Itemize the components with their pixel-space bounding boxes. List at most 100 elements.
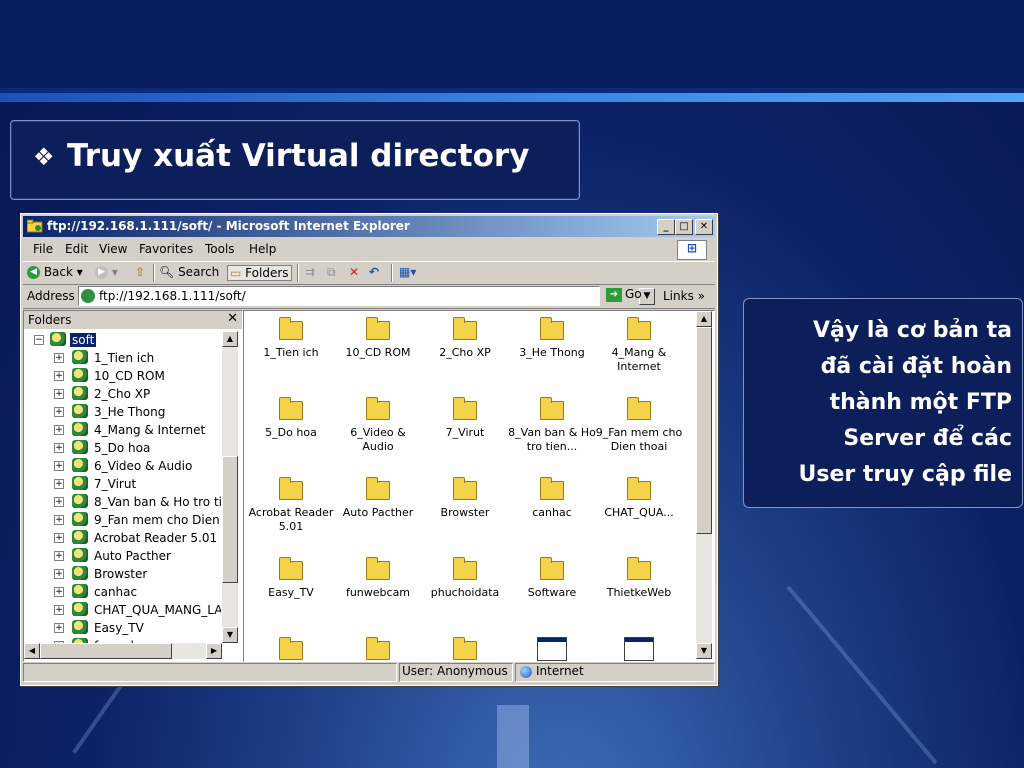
expand-icon[interactable]: + <box>54 533 64 543</box>
scroll-down-icon[interactable]: ▼ <box>696 643 712 659</box>
menu-view[interactable]: View <box>99 242 127 256</box>
file-item[interactable]: canhac <box>508 473 596 543</box>
file-item[interactable]: 5_Do hoa <box>247 393 335 463</box>
files-vertical-scrollbar[interactable]: ▲ ▼ <box>696 311 712 659</box>
expand-icon[interactable]: + <box>54 407 64 417</box>
file-item[interactable]: CHAT_QUA... <box>595 473 683 543</box>
tree-item[interactable]: +3_He Thong <box>24 403 221 421</box>
menu-favorites[interactable]: Favorites <box>139 242 193 256</box>
minimize-button[interactable]: _ <box>657 219 675 235</box>
file-item[interactable]: ThietkeWeb <box>595 553 683 623</box>
scroll-thumb[interactable] <box>696 327 712 534</box>
tree-item[interactable]: + Acrobat Reader 5.01 <box>24 529 221 547</box>
search-button[interactable]: 🔍︎ Search <box>159 265 219 279</box>
menu-tools[interactable]: Tools <box>205 242 235 256</box>
tree-item-root[interactable]: − soft <box>24 331 221 349</box>
menu-edit[interactable]: Edit <box>65 242 88 256</box>
up-folder-icon[interactable]: ⇧ <box>135 265 145 279</box>
tree-item-label: 5_Do hoa <box>94 441 151 455</box>
standard-toolbar: ◀ Back ▾ ▶ ▾ ⇧ 🔍︎ Search ▭ Folders ⇉ ⧉ ✕… <box>23 261 715 285</box>
expand-icon[interactable]: + <box>54 479 64 489</box>
close-button[interactable]: ✕ <box>695 219 713 235</box>
scroll-down-icon[interactable]: ▼ <box>222 627 238 643</box>
tree-item[interactable]: +10_CD ROM <box>24 367 221 385</box>
file-item[interactable]: funwebcam <box>334 553 422 623</box>
tree-item[interactable]: +2_Cho XP <box>24 385 221 403</box>
scroll-right-icon[interactable]: ▶ <box>206 643 222 659</box>
collapse-icon[interactable]: − <box>34 335 44 345</box>
file-item[interactable]: 3_He Thong <box>508 313 596 383</box>
scroll-left-icon[interactable]: ◀ <box>24 643 40 659</box>
tree-item[interactable]: +5_Do hoa <box>24 439 221 457</box>
scroll-thumb[interactable] <box>222 456 238 583</box>
folders-horizontal-scrollbar[interactable]: ◀ ▶ <box>24 643 222 659</box>
file-item[interactable]: 1_Tien ich <box>247 313 335 383</box>
file-item[interactable] <box>247 633 335 661</box>
file-item[interactable]: 2_Cho XP <box>421 313 509 383</box>
tree-item[interactable]: +7_Virut <box>24 475 221 493</box>
expand-icon[interactable]: + <box>54 623 64 633</box>
menu-file[interactable]: File <box>33 242 53 256</box>
tree-item[interactable]: + Auto Pacther <box>24 547 221 565</box>
forward-button[interactable]: ▶ ▾ <box>95 265 118 279</box>
file-item[interactable]: Easy_TV <box>247 553 335 623</box>
file-item[interactable]: 8_Van ban & Ho tro tien... <box>508 393 596 463</box>
tree-item[interactable]: +4_Mang & Internet <box>24 421 221 439</box>
views-icon[interactable]: ▦▾ <box>399 265 416 279</box>
links-toolbar-label[interactable]: Links » <box>663 289 705 303</box>
folders-pane-close-icon[interactable]: ✕ <box>227 311 238 326</box>
slide-title: Truy xuất Virtual directory <box>67 138 530 174</box>
expand-icon[interactable]: + <box>54 497 64 507</box>
tree-item[interactable]: +8_Van ban & Ho tro ti <box>24 493 221 511</box>
expand-icon[interactable]: + <box>54 389 64 399</box>
expand-icon[interactable]: + <box>54 425 64 435</box>
file-item[interactable]: 7_Virut <box>421 393 509 463</box>
back-button[interactable]: ◀ Back ▾ <box>27 265 83 279</box>
file-item[interactable] <box>595 633 683 661</box>
expand-icon[interactable]: + <box>54 587 64 597</box>
file-item[interactable] <box>421 633 509 661</box>
move-to-icon[interactable]: ⇉ <box>305 265 315 279</box>
expand-icon[interactable]: + <box>54 443 64 453</box>
expand-icon[interactable]: + <box>54 605 64 615</box>
expand-icon[interactable]: + <box>54 371 64 381</box>
tree-item[interactable]: +6_Video & Audio <box>24 457 221 475</box>
file-item[interactable] <box>334 633 422 661</box>
expand-icon[interactable]: + <box>54 569 64 579</box>
tree-item[interactable]: + Browster <box>24 565 221 583</box>
file-item[interactable] <box>508 633 596 661</box>
expand-icon[interactable]: + <box>54 551 64 561</box>
menu-help[interactable]: Help <box>249 242 276 256</box>
tree-item[interactable]: + canhac <box>24 583 221 601</box>
tree-item[interactable]: +1_Tien ich <box>24 349 221 367</box>
ie-title-bar[interactable]: ftp://192.168.1.111/soft/ - Microsoft In… <box>23 216 715 237</box>
folders-button[interactable]: ▭ Folders <box>227 265 292 281</box>
file-item[interactable]: Auto Pacther <box>334 473 422 543</box>
undo-icon[interactable]: ↶ <box>369 265 379 279</box>
tree-item[interactable]: + Easy_TV <box>24 619 221 637</box>
expand-icon[interactable]: + <box>54 353 64 363</box>
expand-icon[interactable]: + <box>54 515 64 525</box>
file-item[interactable]: Acrobat Reader 5.01 <box>247 473 335 543</box>
file-item[interactable]: phuchoidata <box>421 553 509 623</box>
maximize-button[interactable]: □ <box>675 219 693 235</box>
go-button[interactable]: ➜ Go <box>606 287 642 302</box>
scroll-thumb[interactable] <box>40 643 172 659</box>
scroll-up-icon[interactable]: ▲ <box>222 331 238 347</box>
file-item[interactable]: 9_Fan mem cho Dien thoai <box>595 393 683 463</box>
delete-icon[interactable]: ✕ <box>349 265 359 279</box>
tree-item[interactable]: +9_Fan mem cho Dien <box>24 511 221 529</box>
file-item[interactable]: 10_CD ROM <box>334 313 422 383</box>
address-input[interactable]: ftp://192.168.1.111/soft/ ▼ <box>78 286 655 306</box>
expand-icon[interactable]: + <box>54 461 64 471</box>
file-item[interactable]: Browster <box>421 473 509 543</box>
file-item[interactable]: 4_Mang & Internet <box>595 313 683 383</box>
scroll-up-icon[interactable]: ▲ <box>696 311 712 327</box>
copy-to-icon[interactable]: ⧉ <box>327 265 336 280</box>
file-item[interactable]: Software <box>508 553 596 623</box>
tree-item[interactable]: + CHAT_QUA_MANG_LA <box>24 601 221 619</box>
folder-icon <box>453 397 477 420</box>
folder-icon <box>279 637 303 660</box>
folders-vertical-scrollbar[interactable]: ▲ ▼ <box>222 331 238 643</box>
file-item[interactable]: 6_Video & Audio <box>334 393 422 463</box>
